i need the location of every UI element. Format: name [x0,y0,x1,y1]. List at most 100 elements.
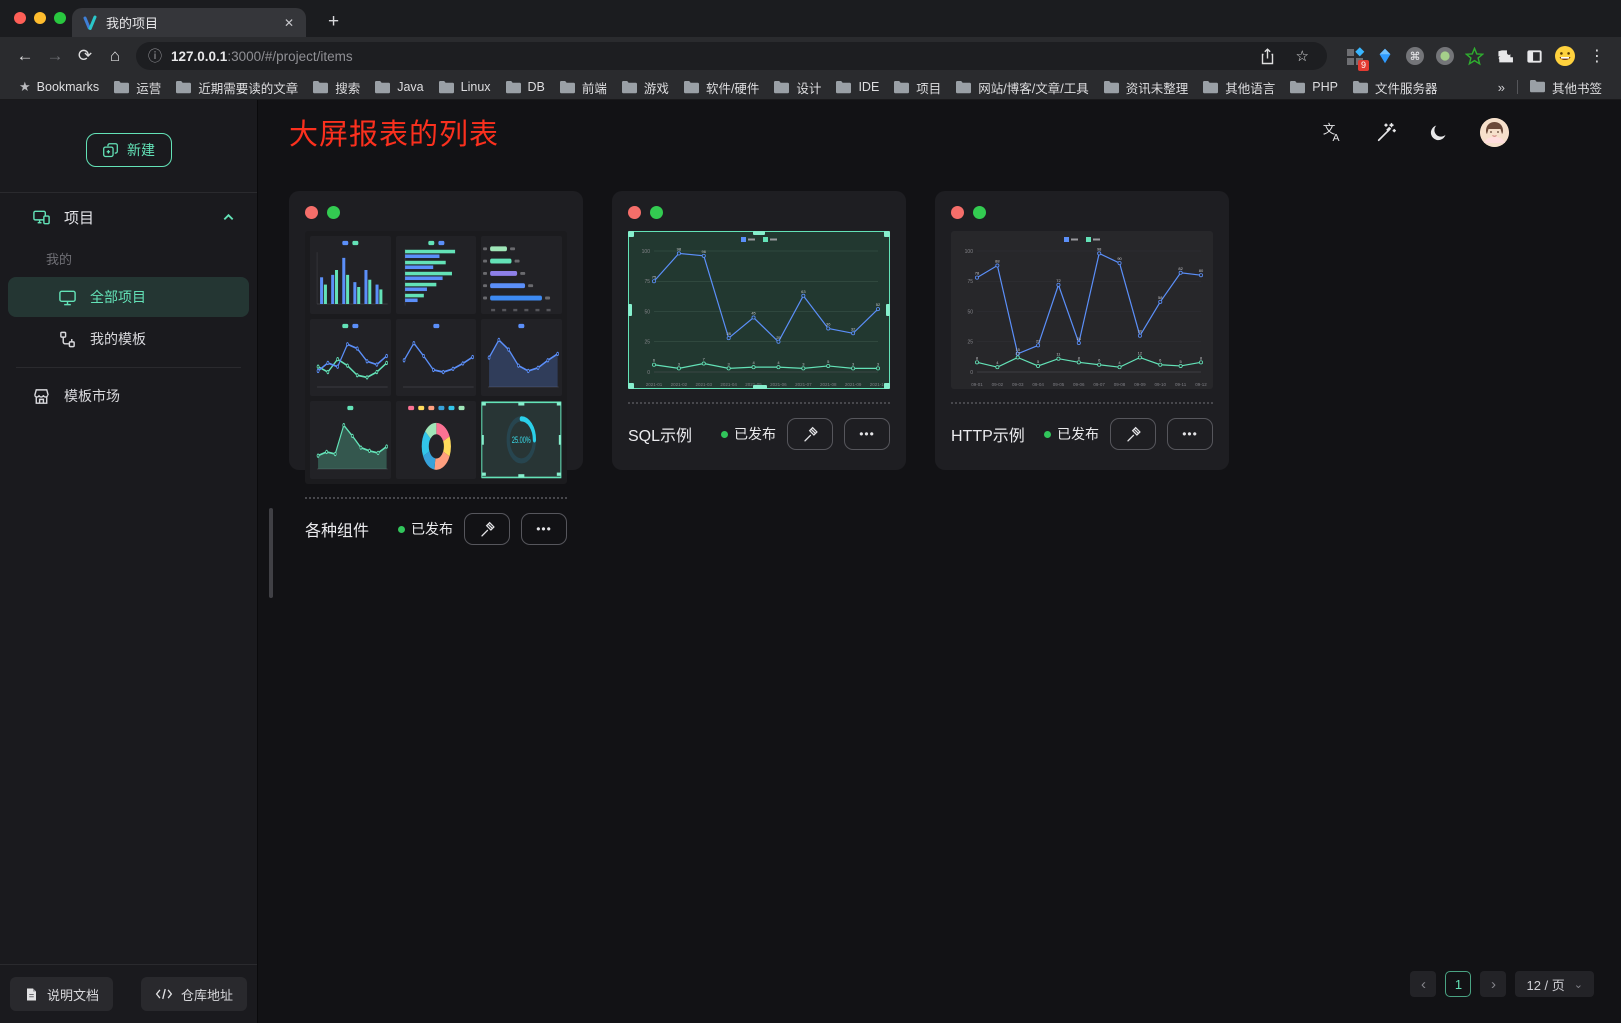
extension-grid-icon[interactable]: 9 [1343,45,1366,68]
project-card[interactable]: 25.00% 各种组件 已发布 ••• [289,191,583,470]
sidebar-item-all-projects[interactable]: 全部项目 [8,277,249,317]
sidebar-toggle-icon[interactable] [1523,45,1546,68]
bookmark-folder[interactable]: IDE [828,78,886,97]
svg-text:2021-08: 2021-08 [820,382,837,387]
zoom-window-button[interactable] [54,12,66,24]
page-size-select[interactable]: 12 / 页 ⌄ [1515,971,1594,997]
edit-hammer-button[interactable] [1110,418,1156,450]
bookmark-folder[interactable]: 设计 [766,78,828,97]
bookmark-folder[interactable]: 搜索 [305,78,367,97]
svg-text:3: 3 [728,361,731,366]
svg-text:09-05: 09-05 [1053,382,1065,387]
svg-text:25: 25 [776,335,781,340]
docs-button[interactable]: 说明文档 [10,977,113,1011]
selection-handle[interactable] [628,304,632,316]
bookmark-folder[interactable]: 游戏 [614,78,676,97]
bookmark-folder[interactable]: 软件/硬件 [676,78,766,97]
extensions-puzzle-icon[interactable] [1493,45,1516,68]
svg-text:50: 50 [967,309,973,315]
tab-close-icon[interactable]: ✕ [282,16,296,30]
bookmarks-overflow-icon[interactable]: » [1490,80,1513,95]
bookmark-folder[interactable]: Linux [431,78,498,97]
extension-star-icon[interactable] [1463,45,1486,68]
next-page-button[interactable]: › [1480,971,1506,997]
selection-handle[interactable] [628,231,634,237]
browser-menu-icon[interactable]: ⋮ [1583,45,1611,67]
repo-button[interactable]: 仓库地址 [141,977,247,1011]
sidebar-item-my-templates[interactable]: 我的模板 [8,319,249,359]
more-options-button[interactable]: ••• [521,513,567,545]
share-icon[interactable] [1254,47,1281,66]
selection-handle[interactable] [884,383,890,389]
project-card[interactable]: 02550751002021-012021-022021-032021-0420… [612,191,906,470]
devices-icon [32,208,51,227]
new-tab-button[interactable]: + [322,11,345,32]
page-title: 大屏报表的列表 [289,111,499,153]
svg-text:22: 22 [1036,338,1041,343]
sidebar-item-template-market[interactable]: 模板市场 [8,376,249,416]
back-icon[interactable]: ← [10,42,40,70]
prev-page-button[interactable]: ‹ [1410,971,1436,997]
svg-text:2021-04: 2021-04 [720,382,737,387]
forward-icon[interactable]: → [40,42,70,70]
bookmark-folder[interactable]: Java [367,78,430,97]
card-dots [305,204,567,219]
document-icon [24,987,39,1002]
extension-gem-icon[interactable] [1373,45,1396,68]
bookmark-folder[interactable]: 近期需要读的文章 [168,78,305,97]
extension-record-icon[interactable] [1433,45,1456,68]
more-options-button[interactable]: ••• [844,418,890,450]
edit-hammer-button[interactable] [464,513,510,545]
language-icon[interactable]: 文 A [1321,121,1344,144]
bookmark-folder[interactable]: 运营 [106,78,168,97]
edit-hammer-button[interactable] [787,418,833,450]
profile-avatar-emoji[interactable] [1553,45,1576,68]
new-project-button[interactable]: 新建 [86,133,172,167]
user-avatar[interactable] [1480,118,1509,147]
storefront-icon [32,387,51,406]
selection-handle[interactable] [886,304,890,316]
selection-handle[interactable] [628,383,634,389]
bookmark-folder[interactable]: 前端 [552,78,614,97]
bookmark-folder[interactable]: 资讯未整理 [1096,78,1196,97]
address-bar[interactable]: ⓘ 127.0.0.1:3000/#/project/items ☆ [136,42,1327,70]
svg-text:75: 75 [967,279,973,285]
chevron-up-icon[interactable] [222,211,235,224]
other-bookmarks-folder[interactable]: 其他书签 [1522,78,1609,97]
dark-mode-moon-icon[interactable] [1428,122,1449,143]
bookmark-folder[interactable]: 项目 [886,78,948,97]
home-icon[interactable]: ⌂ [100,42,130,70]
bookmark-folder[interactable]: 文件服务器 [1345,78,1445,97]
reload-icon[interactable]: ⟳ [70,42,100,70]
mini-chart-line2 [310,319,391,397]
svg-text:0: 0 [647,370,650,376]
extension-command-icon[interactable]: ⌘ [1403,45,1426,68]
browser-toolbar: ← → ⟳ ⌂ ⓘ 127.0.0.1:3000/#/project/items… [0,37,1621,75]
theme-wand-icon[interactable] [1375,121,1397,143]
minimize-window-button[interactable] [34,12,46,24]
bookmark-star-icon[interactable]: ☆ [1290,46,1315,66]
project-name: SQL示例 [628,422,710,446]
svg-text:75: 75 [652,274,657,279]
bookmark-folder[interactable]: 其他语言 [1195,78,1282,97]
dashed-divider [628,402,890,404]
bookmarks-manager-item[interactable]: ★ Bookmarks [12,79,106,95]
selection-handle[interactable] [753,231,765,235]
project-cards: 25.00% 各种组件 已发布 ••• [289,191,1621,470]
project-card[interactable]: 025507510009-0109-0209-0309-0409-0509-06… [935,191,1229,470]
close-window-button[interactable] [14,12,26,24]
more-options-button[interactable]: ••• [1167,418,1213,450]
browser-tab[interactable]: 我的项目 ✕ [72,8,306,37]
bookmark-folder[interactable]: PHP [1282,78,1345,97]
green-dot [973,206,986,219]
svg-text:09-11: 09-11 [1175,382,1187,387]
bookmark-folder[interactable]: DB [498,78,552,97]
bookmark-folder[interactable]: 网站/博客/文章/工具 [948,78,1095,97]
mini-chart-gauge: 25.00% [481,401,562,479]
site-info-icon[interactable]: ⓘ [148,46,162,66]
selection-handle[interactable] [753,385,767,389]
sidebar-section-project[interactable]: 项目 [0,193,257,241]
scrollbar-thumb[interactable] [269,508,273,598]
selection-handle[interactable] [884,231,890,237]
current-page-button[interactable]: 1 [1445,971,1471,997]
